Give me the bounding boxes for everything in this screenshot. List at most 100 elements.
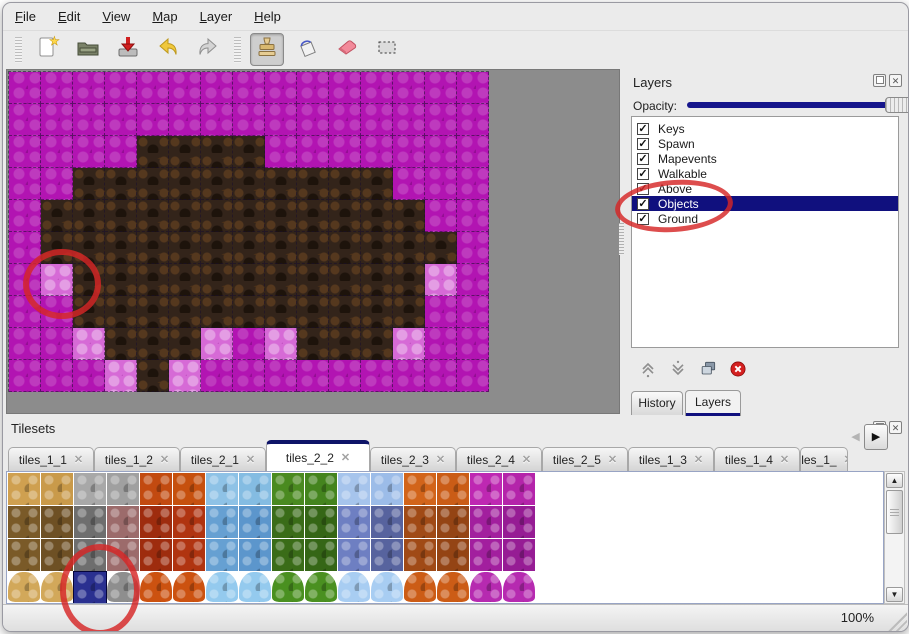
tileset-tile[interactable] xyxy=(173,506,205,538)
tab-layers[interactable]: Layers xyxy=(685,390,741,416)
select-tool-button[interactable] xyxy=(370,33,404,66)
tileset-tile[interactable] xyxy=(272,572,304,602)
redo-button[interactable] xyxy=(191,33,225,66)
tileset-tile[interactable] xyxy=(437,572,469,602)
tileset-tile[interactable] xyxy=(305,506,337,538)
tileset-tile[interactable] xyxy=(305,473,337,505)
undo-button[interactable] xyxy=(151,33,185,66)
tab-close-icon[interactable]: ✕ xyxy=(246,453,255,466)
opacity-slider[interactable] xyxy=(687,97,909,113)
toolbar-grip[interactable] xyxy=(15,37,22,63)
tileset-tile[interactable] xyxy=(404,539,436,571)
tileset-tile[interactable] xyxy=(404,506,436,538)
tab-scroll-left-icon[interactable]: ◀ xyxy=(849,427,862,447)
tileset-tab-tiles_2_5[interactable]: tiles_2_5✕ xyxy=(542,447,628,471)
tileset-tile-selected[interactable] xyxy=(74,572,106,604)
menu-map[interactable]: Map xyxy=(152,9,177,24)
tileset-tile[interactable] xyxy=(239,473,271,505)
tileset-tile[interactable] xyxy=(470,572,502,602)
scrollbar-thumb[interactable] xyxy=(886,490,903,534)
tab-close-icon[interactable]: ✕ xyxy=(160,453,169,466)
tileset-tile[interactable] xyxy=(371,539,403,571)
delete-layer-button[interactable] xyxy=(727,360,749,382)
tileset-tile[interactable] xyxy=(107,572,139,602)
resize-grip[interactable] xyxy=(885,609,907,631)
tileset-tile[interactable] xyxy=(437,506,469,538)
close-panel-icon[interactable]: ✕ xyxy=(889,421,902,434)
tileset-tile[interactable] xyxy=(173,473,205,505)
tileset-tile[interactable] xyxy=(8,572,40,602)
tileset-tile[interactable] xyxy=(8,506,40,538)
tileset-tile[interactable] xyxy=(404,473,436,505)
tileset-tile[interactable] xyxy=(107,539,139,571)
tileset-tile[interactable] xyxy=(206,539,238,571)
tileset-tile[interactable] xyxy=(206,506,238,538)
tileset-tile[interactable] xyxy=(371,473,403,505)
tab-close-icon[interactable]: ✕ xyxy=(74,453,83,466)
toolbar-grip[interactable] xyxy=(234,37,241,63)
tileset-tile[interactable] xyxy=(470,539,502,571)
tileset-tile[interactable] xyxy=(74,539,106,571)
tab-scroll-right-icon[interactable]: ▶ xyxy=(864,424,888,450)
tab-close-icon[interactable]: ✕ xyxy=(844,453,848,466)
tileset-tile[interactable] xyxy=(305,539,337,571)
tileset-tile[interactable] xyxy=(503,506,535,538)
tileset-tab-tiles_2_1[interactable]: tiles_2_1✕ xyxy=(180,447,266,471)
menu-file[interactable]: File xyxy=(15,9,36,24)
tileset-tab-tiles_1_4[interactable]: tiles_1_4✕ xyxy=(714,447,800,471)
tileset-tile[interactable] xyxy=(8,473,40,505)
tileset-tile[interactable] xyxy=(437,473,469,505)
tileset-tile[interactable] xyxy=(470,473,502,505)
tileset-viewport[interactable] xyxy=(6,471,884,604)
scroll-up-icon[interactable]: ▲ xyxy=(886,473,903,488)
tileset-tile[interactable] xyxy=(173,539,205,571)
tileset-tile[interactable] xyxy=(470,506,502,538)
save-import-button[interactable] xyxy=(111,33,145,66)
tileset-tile[interactable] xyxy=(338,473,370,505)
tileset-tile[interactable] xyxy=(140,539,172,571)
tileset-tile[interactable] xyxy=(338,506,370,538)
map-canvas[interactable] xyxy=(6,69,620,414)
layer-visibility-checkbox[interactable]: ✓ xyxy=(637,168,649,180)
tileset-tile[interactable] xyxy=(338,572,370,602)
tab-close-icon[interactable]: ✕ xyxy=(522,453,531,466)
menu-help[interactable]: Help xyxy=(254,9,281,24)
tileset-tile[interactable] xyxy=(503,473,535,505)
tileset-tile[interactable] xyxy=(305,572,337,602)
tileset-tile[interactable] xyxy=(140,473,172,505)
tab-close-icon[interactable]: ✕ xyxy=(780,453,789,466)
tileset-tile[interactable] xyxy=(74,473,106,505)
opacity-slider-handle[interactable] xyxy=(885,97,909,113)
tileset-tile[interactable] xyxy=(371,506,403,538)
layer-visibility-checkbox[interactable]: ✓ xyxy=(637,123,649,135)
tileset-tile[interactable] xyxy=(206,572,238,602)
menu-layer[interactable]: Layer xyxy=(200,9,233,24)
layer-visibility-checkbox[interactable]: ✓ xyxy=(637,138,649,150)
layer-row-spawn[interactable]: ✓Spawn xyxy=(632,136,898,151)
tileset-tile[interactable] xyxy=(239,572,271,602)
tileset-tile[interactable] xyxy=(338,539,370,571)
tileset-tile[interactable] xyxy=(503,539,535,571)
layer-row-keys[interactable]: ✓Keys xyxy=(632,121,898,136)
tileset-tile[interactable] xyxy=(437,539,469,571)
eraser-tool-button[interactable] xyxy=(330,33,364,66)
layer-row-objects[interactable]: ✓Objects xyxy=(632,196,898,211)
layer-visibility-checkbox[interactable]: ✓ xyxy=(637,213,649,225)
tileset-tile[interactable] xyxy=(140,572,172,602)
menu-view[interactable]: View xyxy=(102,9,130,24)
tileset-tile[interactable] xyxy=(107,473,139,505)
layer-row-above[interactable]: ✓Above xyxy=(632,181,898,196)
float-panel-icon[interactable] xyxy=(873,74,886,87)
tileset-tile[interactable] xyxy=(239,539,271,571)
layer-row-ground[interactable]: ✓Ground xyxy=(632,211,898,226)
tileset-tab-tiles_2_3[interactable]: tiles_2_3✕ xyxy=(370,447,456,471)
tileset-tab-tiles_1_2[interactable]: tiles_1_2✕ xyxy=(94,447,180,471)
tileset-tile[interactable] xyxy=(404,572,436,602)
tab-close-icon[interactable]: ✕ xyxy=(341,451,350,464)
tileset-tile[interactable] xyxy=(140,506,172,538)
tileset-tile[interactable] xyxy=(272,473,304,505)
tab-history[interactable]: History xyxy=(631,391,683,415)
move-layer-down-button[interactable] xyxy=(667,360,689,382)
tileset-tile[interactable] xyxy=(41,572,73,602)
tileset-tab-tiles_1_3[interactable]: tiles_1_3✕ xyxy=(628,447,714,471)
